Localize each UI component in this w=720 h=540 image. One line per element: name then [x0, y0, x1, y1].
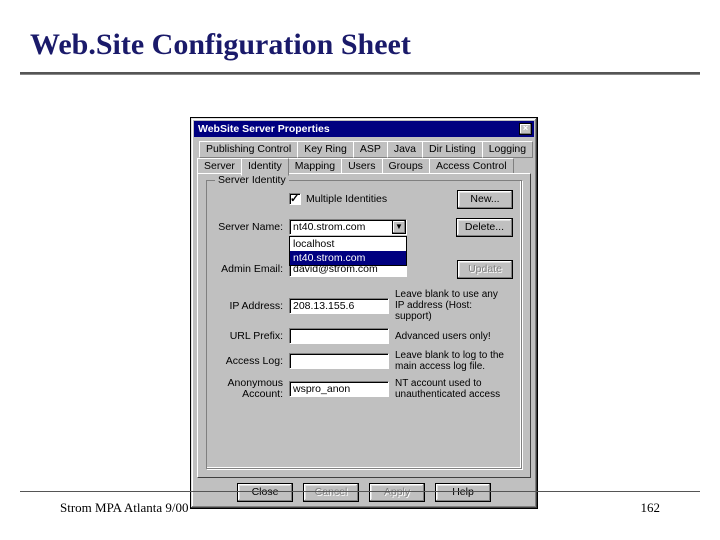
- update-button[interactable]: Update: [457, 260, 513, 279]
- footer-line: [20, 491, 700, 492]
- multiple-identities-label: Multiple Identities: [306, 193, 387, 205]
- access-log-label: Access Log:: [215, 355, 289, 367]
- server-name-value: nt40.strom.com: [293, 221, 365, 234]
- cancel-button[interactable]: Cancel: [303, 483, 359, 502]
- page-number: 162: [641, 500, 661, 516]
- slide-title: Web.Site Configuration Sheet: [30, 28, 411, 62]
- server-name-dropdown[interactable]: localhost nt40.strom.com: [289, 236, 407, 266]
- tabs-area: Publishing Control Key Ring ASP Java Dir…: [197, 141, 531, 478]
- identity-panel: Server Identity Multiple Identities New.…: [197, 173, 531, 478]
- titlebar-text: WebSite Server Properties: [198, 123, 330, 135]
- title-underline: [20, 72, 700, 75]
- anon-account-field[interactable]: wspro_anon: [289, 381, 389, 397]
- server-properties-dialog: WebSite Server Properties × Publishing C…: [190, 117, 538, 509]
- apply-button[interactable]: Apply: [369, 483, 425, 502]
- close-button[interactable]: Close: [237, 483, 293, 502]
- server-name-option-nt40[interactable]: nt40.strom.com: [290, 251, 406, 265]
- new-button[interactable]: New...: [457, 190, 513, 209]
- multiple-identities-checkbox[interactable]: [289, 193, 301, 205]
- access-log-hint: Leave blank to log to the main access lo…: [395, 350, 505, 372]
- anon-account-label: Anonymous Account:: [215, 378, 289, 400]
- close-icon[interactable]: ×: [519, 123, 532, 135]
- ip-address-hint: Leave blank to use any IP address (Host:…: [395, 289, 505, 322]
- url-prefix-label: URL Prefix:: [215, 330, 289, 342]
- tab-key-ring[interactable]: Key Ring: [297, 141, 354, 158]
- footer-left: Strom MPA Atlanta 9/00: [60, 500, 188, 516]
- server-identity-group: Server Identity Multiple Identities New.…: [206, 180, 522, 469]
- tab-row-back: Publishing Control Key Ring ASP Java Dir…: [199, 141, 531, 158]
- url-prefix-hint: Advanced users only!: [395, 331, 505, 342]
- admin-email-label: Admin Email:: [215, 263, 289, 275]
- access-log-field[interactable]: [289, 353, 389, 369]
- ip-address-field[interactable]: 208.13.155.6: [289, 298, 389, 314]
- tab-asp[interactable]: ASP: [353, 141, 388, 158]
- tab-identity[interactable]: Identity: [241, 158, 289, 176]
- delete-button[interactable]: Delete...: [456, 218, 513, 237]
- server-name-combo[interactable]: nt40.strom.com ▼: [289, 219, 407, 235]
- tab-publishing-control[interactable]: Publishing Control: [199, 141, 298, 158]
- tab-dir-listing[interactable]: Dir Listing: [422, 141, 483, 158]
- url-prefix-field[interactable]: [289, 328, 389, 344]
- chevron-down-icon[interactable]: ▼: [392, 220, 406, 234]
- server-name-option-localhost[interactable]: localhost: [290, 237, 406, 251]
- ip-address-label: IP Address:: [215, 300, 289, 312]
- server-name-label: Server Name:: [215, 221, 289, 233]
- help-button[interactable]: Help: [435, 483, 491, 502]
- tab-java[interactable]: Java: [387, 141, 423, 158]
- dialog-bottom-buttons: Close Cancel Apply Help: [191, 483, 537, 502]
- anon-account-hint: NT account used to unauthenticated acces…: [395, 378, 505, 400]
- tab-logging[interactable]: Logging: [482, 141, 533, 158]
- titlebar[interactable]: WebSite Server Properties ×: [194, 121, 534, 137]
